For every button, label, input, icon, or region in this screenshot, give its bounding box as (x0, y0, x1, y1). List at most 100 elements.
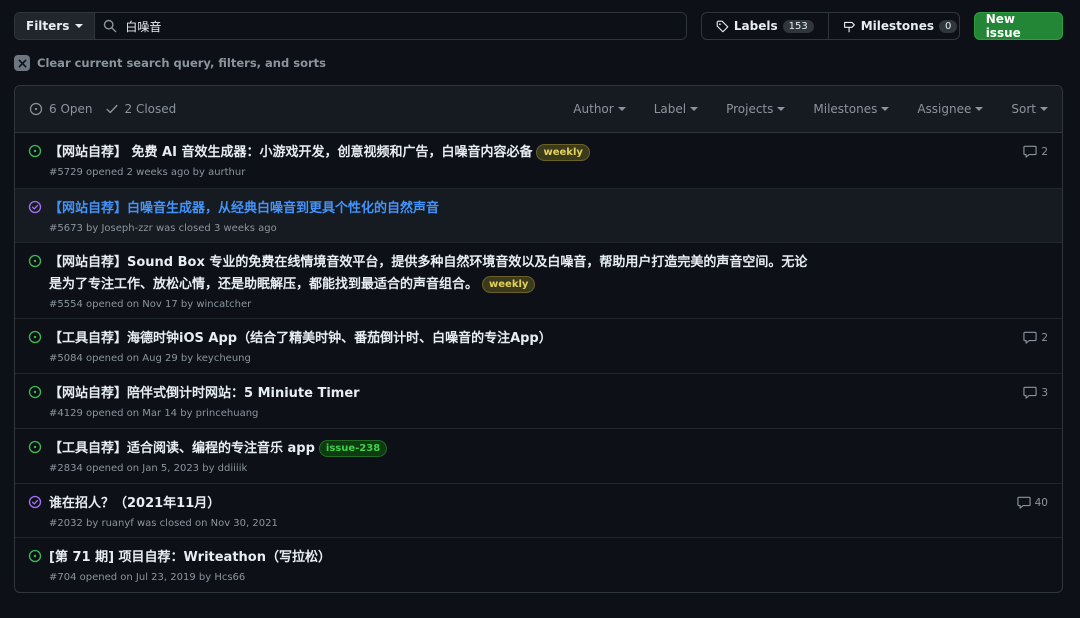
assignee-menu-label: Assignee (917, 102, 972, 116)
chevron-down-icon (1040, 107, 1048, 111)
comment-icon (1023, 386, 1037, 399)
closed-issues-tab[interactable]: 2 Closed (105, 102, 177, 116)
closed-count-label: 2 Closed (124, 102, 177, 116)
issue-opened-icon (28, 440, 42, 454)
author-menu-label: Author (573, 102, 614, 116)
labels-label: Labels (733, 19, 778, 33)
issue-row[interactable]: 谁在招人？（2021年11月） #2032 by ruanyf was clos… (15, 484, 1062, 538)
filter-search-group: Filters (14, 12, 687, 40)
issue-opened-icon (28, 549, 42, 563)
assignee-menu[interactable]: Assignee (917, 102, 984, 116)
filters-dropdown-button[interactable]: Filters (15, 13, 96, 39)
issue-row[interactable]: 【网站自荐】陪伴式倒计时网站：5 Miniute Timer #4129 ope… (15, 374, 1062, 429)
author-menu[interactable]: Author (573, 102, 626, 116)
issue-title[interactable]: 【工具自荐】适合阅读、编程的专注音乐 app issue-238 (49, 438, 819, 460)
issue-meta: #5729 opened 2 weeks ago by aurthur (49, 167, 246, 178)
issue-title-text: 谁在招人？（2021年11月） (49, 496, 221, 511)
issue-closed-icon (28, 495, 42, 509)
issue-meta: #5673 by Joseph-zzr was closed 3 weeks a… (49, 223, 277, 234)
projects-menu-label: Projects (726, 102, 774, 116)
milestones-menu-label: Milestones (813, 102, 878, 116)
issues-list-box: 6 Open 2 Closed Author Label Projects Mi… (14, 85, 1063, 593)
issue-opened-icon (28, 254, 42, 268)
issue-meta: #5084 opened on Aug 29 by keycheung (49, 353, 251, 364)
new-issue-button[interactable]: New issue (973, 12, 1063, 40)
open-count-label: 6 Open (49, 102, 93, 116)
chevron-down-icon (975, 107, 984, 111)
labels-button[interactable]: Labels 153 (702, 13, 828, 39)
check-icon (105, 104, 118, 114)
issue-row[interactable]: 【网站自荐】 免费 AI 音效生成器：小游戏开发，创意视频和广告，白噪音内容必备… (15, 133, 1062, 189)
projects-menu[interactable]: Projects (726, 102, 786, 116)
search-icon (104, 19, 117, 33)
labels-milestones-group: Labels 153 Milestones 0 (700, 12, 960, 40)
issue-opened-icon (29, 102, 43, 116)
comment-count: 40 (1034, 496, 1048, 509)
issue-opened-icon (28, 330, 42, 344)
comment-count: 2 (1041, 145, 1048, 158)
chevron-down-icon (777, 107, 786, 111)
issue-title[interactable]: 【工具自荐】海德时钟iOS App（结合了精美时钟、番茄倒计时、白噪音的专注Ap… (49, 328, 819, 350)
issue-title-text: 【网站自荐】 免费 AI 音效生成器：小游戏开发，创意视频和广告，白噪音内容必备 (49, 145, 533, 160)
tag-icon (716, 20, 729, 32)
milestones-label: Milestones (860, 19, 934, 33)
comment-icon (1016, 496, 1031, 509)
filter-menus: Author Label Projects Milestones Assigne… (573, 102, 1048, 116)
issue-comments-link[interactable]: 40 (1016, 496, 1048, 509)
label-menu-label: Label (653, 102, 687, 116)
sort-menu-label: Sort (1011, 102, 1036, 116)
chevron-down-icon (75, 24, 84, 28)
issue-meta: #2834 opened on Jan 5, 2023 by ddiiiik (49, 463, 248, 474)
sort-menu[interactable]: Sort (1011, 102, 1048, 116)
issue-closed-icon (28, 200, 42, 214)
issue-comments-link[interactable]: 3 (1023, 386, 1048, 399)
issue-row[interactable]: [第 71 期] 项目自荐：Writeathon（写拉松） #704 opene… (15, 538, 1062, 592)
clear-filters-label: Clear current search query, filters, and… (37, 56, 326, 70)
issue-row[interactable]: 【工具自荐】适合阅读、编程的专注音乐 app issue-238 #2834 op… (15, 429, 1062, 484)
issue-comments-link[interactable]: 2 (1023, 331, 1048, 344)
issue-label[interactable]: weekly (536, 144, 590, 161)
issue-title-text: [第 71 期] 项目自荐：Writeathon（写拉松） (49, 550, 331, 565)
chevron-down-icon (881, 107, 890, 111)
milestones-button[interactable]: Milestones 0 (827, 13, 959, 39)
chevron-down-icon (690, 107, 699, 111)
search-box (95, 13, 686, 39)
milestones-menu[interactable]: Milestones (813, 102, 890, 116)
chevron-down-icon (617, 107, 626, 111)
issue-title-text: 【网站自荐】陪伴式倒计时网站：5 Miniute Timer (49, 386, 360, 401)
issue-title[interactable]: [第 71 期] 项目自荐：Writeathon（写拉松） (49, 547, 819, 569)
issue-row[interactable]: 【网站自荐】白噪音生成器，从经典白噪音到更具个性化的自然声音 #5673 by … (15, 189, 1062, 243)
issue-title[interactable]: 【网站自荐】Sound Box 专业的免费在线情境音效平台，提供多种自然环境音效… (49, 252, 819, 296)
issue-title[interactable]: 谁在招人？（2021年11月） (49, 493, 819, 515)
labels-count-badge: 153 (782, 19, 814, 33)
comment-icon (1023, 331, 1037, 344)
issue-title-text: 【工具自荐】海德时钟iOS App（结合了精美时钟、番茄倒计时、白噪音的专注Ap… (49, 331, 552, 346)
issue-opened-icon (28, 144, 42, 158)
label-menu[interactable]: Label (653, 102, 699, 116)
search-input[interactable] (125, 19, 678, 33)
issue-title-text: 【网站自荐】Sound Box 专业的免费在线情境音效平台，提供多种自然环境音效… (49, 255, 808, 292)
issues-list-header: 6 Open 2 Closed Author Label Projects Mi… (15, 86, 1062, 133)
issue-meta: #704 opened on Jul 23, 2019 by Hcs66 (49, 572, 246, 583)
close-icon (14, 55, 30, 71)
open-issues-tab[interactable]: 6 Open (29, 102, 93, 116)
issue-title[interactable]: 【网站自荐】 免费 AI 音效生成器：小游戏开发，创意视频和广告，白噪音内容必备… (49, 142, 819, 164)
milestones-count-badge: 0 (938, 19, 958, 33)
issue-title-text: 【网站自荐】白噪音生成器，从经典白噪音到更具个性化的自然声音 (49, 201, 440, 216)
issue-meta: #5554 opened on Nov 17 by wincatcher (49, 299, 252, 310)
issue-row[interactable]: 【工具自荐】海德时钟iOS App（结合了精美时钟、番茄倒计时、白噪音的专注Ap… (15, 319, 1062, 374)
issue-comments-link[interactable]: 2 (1023, 145, 1048, 158)
issue-row[interactable]: 【网站自荐】Sound Box 专业的免费在线情境音效平台，提供多种自然环境音效… (15, 243, 1062, 319)
filters-label: Filters (26, 19, 70, 33)
comment-count: 3 (1041, 386, 1048, 399)
milestone-icon (843, 21, 855, 32)
issue-label[interactable]: issue-238 (318, 440, 388, 457)
issue-title[interactable]: 【网站自荐】陪伴式倒计时网站：5 Miniute Timer (49, 383, 819, 405)
issue-label[interactable]: weekly (482, 276, 536, 293)
issues-toolbar: Filters Labels 153 Milestones 0 New issu… (14, 12, 1063, 40)
clear-filters-link[interactable]: Clear current search query, filters, and… (14, 55, 326, 71)
comment-count: 2 (1041, 331, 1048, 344)
issue-meta: #2032 by ruanyf was closed on Nov 30, 20… (49, 518, 278, 529)
issue-meta: #4129 opened on Mar 14 by princehuang (49, 408, 259, 419)
issue-title[interactable]: 【网站自荐】白噪音生成器，从经典白噪音到更具个性化的自然声音 (49, 198, 819, 220)
